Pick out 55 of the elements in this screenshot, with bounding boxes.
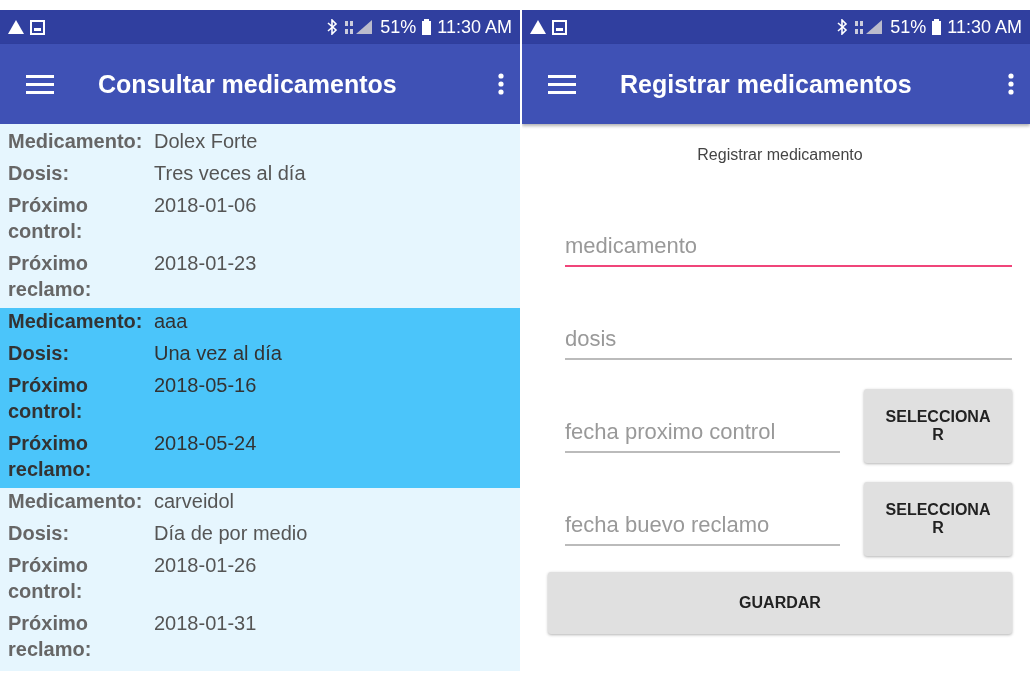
field-label: Próximo reclamo: [8, 611, 93, 662]
bluetooth-icon [836, 19, 849, 35]
clock: 11:30 AM [437, 16, 512, 38]
battery-level: 51% [890, 16, 927, 38]
field-value: Día de por medio [154, 521, 309, 546]
field-label: Medicamento: [8, 129, 144, 154]
medication-record[interactable]: Medicamento: carveidol Dosis: Día de por medio Próximo control: 2018-01-26 Próximo reclamo: 2018-01-31 [8, 488, 520, 668]
battery-icon [932, 19, 942, 35]
more-icon[interactable] [1008, 73, 1014, 95]
field-value: aaa [154, 309, 189, 334]
field-value: 2018-01-31 [154, 611, 258, 636]
field-value: 2018-05-16 [154, 373, 258, 398]
signal-icon [344, 19, 375, 35]
field-value: 2018-01-06 [154, 193, 258, 218]
menu-icon[interactable] [26, 74, 54, 94]
screen-title: Consultar medicamentos [98, 69, 398, 99]
bluetooth-icon [326, 19, 339, 35]
field-value: 2018-01-23 [154, 251, 258, 276]
field-label: Dosis: [8, 161, 71, 186]
warning-icon [8, 20, 24, 34]
image-icon [30, 19, 45, 35]
select-button[interactable]: SELECCIONAR [864, 388, 1012, 463]
menu-icon[interactable] [548, 74, 576, 94]
screen-title: Registrar medicamentos [620, 69, 913, 99]
more-icon[interactable] [498, 73, 504, 95]
field-value: Dolex Forte [154, 129, 259, 154]
input-field[interactable]: fecha proximo control [565, 413, 840, 453]
medication-record[interactable]: Medicamento: Dolex Forte Dosis: Tres veces al día Próximo control: 2018-01-06 Próximo reclamo: 2018-01-23 [8, 128, 520, 308]
save-button[interactable]: GUARDAR [548, 572, 1012, 634]
field-value: Una vez al día [154, 341, 283, 366]
field-label: Próximo control: [8, 193, 90, 244]
field-value: Tres veces al día [154, 161, 307, 186]
input-field[interactable]: medicamento [565, 227, 1012, 267]
field-label: Dosis: [8, 341, 71, 366]
input-field[interactable]: dosis [565, 320, 1012, 360]
image-icon [552, 19, 567, 35]
field-label: Próximo reclamo: [8, 251, 93, 302]
field-label: Próximo reclamo: [8, 431, 93, 482]
field-label: Medicamento: [8, 309, 144, 334]
field-label: Próximo control: [8, 373, 90, 424]
warning-icon [530, 20, 546, 34]
field-value: 2018-05-24 [154, 431, 258, 456]
select-button[interactable]: SELECCIONAR [864, 481, 1012, 556]
battery-icon [422, 19, 432, 35]
field-label: Medicamento: [8, 489, 144, 514]
battery-level: 51% [380, 16, 417, 38]
field-value: carveidol [154, 489, 236, 514]
field-label: Próximo control: [8, 553, 90, 604]
medication-record[interactable]: Medicamento: aaa Dosis: Una vez al día Próximo control: 2018-05-16 Próximo reclamo: 2018-05-24 [0, 308, 520, 488]
clock: 11:30 AM [947, 16, 1022, 38]
form-heading: Registrar medicamento [696, 146, 864, 164]
field-value: 2018-01-26 [154, 553, 258, 578]
input-field[interactable]: fecha buevo reclamo [565, 506, 840, 546]
signal-icon [854, 19, 885, 35]
field-label: Dosis: [8, 521, 71, 546]
